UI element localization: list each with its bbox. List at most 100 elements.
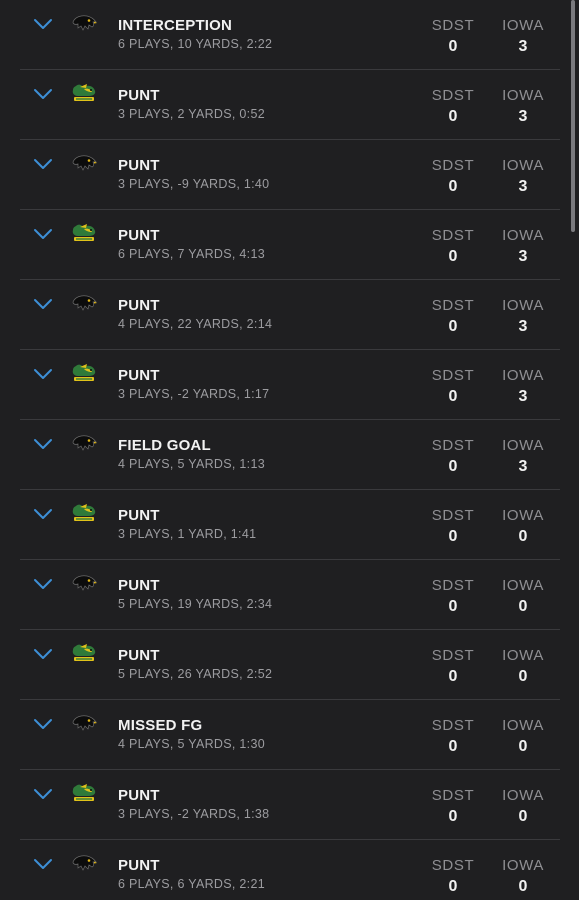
drive-row-6[interactable]: PUNT 3 PLAYS, -2 YARDS, 1:17 SDST 0 IOWA…	[0, 350, 560, 420]
away-team-score: 0	[448, 178, 458, 195]
chevron-down-icon[interactable]	[33, 228, 53, 240]
drive-row-10[interactable]: PUNT 5 PLAYS, 26 YARDS, 2:52 SDST 0 IOWA…	[0, 630, 560, 700]
iowa-hawkeye-logo	[72, 575, 97, 591]
drive-summary: 5 PLAYS, 19 YARDS, 2:34	[118, 597, 273, 611]
sdst-jackrabbits-logo	[72, 784, 96, 801]
home-team-column: IOWA 3	[493, 87, 553, 126]
sdst-jackrabbits-logo	[72, 364, 96, 381]
away-team-abbr: SDST	[431, 647, 475, 664]
drive-row-1[interactable]: INTERCEPTION 6 PLAYS, 10 YARDS, 2:22 SDS…	[0, 0, 560, 70]
drive-result: PUNT	[118, 577, 160, 594]
away-team-column: SDST 0	[423, 857, 483, 896]
drive-row-2[interactable]: PUNT 3 PLAYS, 2 YARDS, 0:52 SDST 0 IOWA …	[0, 70, 560, 140]
home-team-abbr: IOWA	[502, 857, 544, 874]
home-team-abbr: IOWA	[502, 87, 544, 104]
home-team-abbr: IOWA	[502, 157, 544, 174]
chevron-down-icon[interactable]	[33, 508, 53, 520]
iowa-hawkeye-logo	[72, 15, 97, 31]
drive-row-4[interactable]: PUNT 6 PLAYS, 7 YARDS, 4:13 SDST 0 IOWA …	[0, 210, 560, 280]
drive-row-11[interactable]: MISSED FG 4 PLAYS, 5 YARDS, 1:30 SDST 0 …	[0, 700, 560, 770]
iowa-hawkeye-logo	[72, 295, 97, 311]
chevron-down-icon[interactable]	[33, 858, 53, 870]
home-team-score: 3	[518, 248, 528, 265]
sdst-jackrabbits-logo	[72, 644, 96, 661]
away-team-abbr: SDST	[431, 507, 475, 524]
home-team-column: IOWA 3	[493, 297, 553, 336]
home-team-column: IOWA 3	[493, 437, 553, 476]
home-team-score: 3	[518, 318, 528, 335]
away-team-column: SDST 0	[423, 87, 483, 126]
drive-summary: 3 PLAYS, 2 YARDS, 0:52	[118, 107, 265, 121]
home-team-score: 3	[518, 388, 528, 405]
drive-result: PUNT	[118, 367, 160, 384]
away-team-score: 0	[448, 388, 458, 405]
away-team-column: SDST 0	[423, 507, 483, 546]
drive-summary: 3 PLAYS, -2 YARDS, 1:17	[118, 387, 270, 401]
away-team-abbr: SDST	[431, 367, 475, 384]
away-team-abbr: SDST	[431, 17, 475, 34]
away-team-column: SDST 0	[423, 647, 483, 686]
away-team-score: 0	[448, 248, 458, 265]
away-team-score: 0	[448, 598, 458, 615]
chevron-down-icon[interactable]	[33, 158, 53, 170]
home-team-column: IOWA 0	[493, 647, 553, 686]
away-team-column: SDST 0	[423, 367, 483, 406]
drive-summary: 4 PLAYS, 5 YARDS, 1:30	[118, 737, 265, 751]
scrollbar[interactable]	[571, 0, 575, 232]
away-team-score: 0	[448, 668, 458, 685]
chevron-down-icon[interactable]	[33, 648, 53, 660]
away-team-score: 0	[448, 528, 458, 545]
drive-result: PUNT	[118, 857, 160, 874]
away-team-score: 0	[448, 38, 458, 55]
away-team-abbr: SDST	[431, 227, 475, 244]
drive-row-3[interactable]: PUNT 3 PLAYS, -9 YARDS, 1:40 SDST 0 IOWA…	[0, 140, 560, 210]
drive-row-5[interactable]: PUNT 4 PLAYS, 22 YARDS, 2:14 SDST 0 IOWA…	[0, 280, 560, 350]
drive-summary: 4 PLAYS, 22 YARDS, 2:14	[118, 317, 273, 331]
drive-row-12[interactable]: PUNT 3 PLAYS, -2 YARDS, 1:38 SDST 0 IOWA…	[0, 770, 560, 840]
drive-list: INTERCEPTION 6 PLAYS, 10 YARDS, 2:22 SDS…	[0, 0, 579, 900]
away-team-abbr: SDST	[431, 437, 475, 454]
home-team-abbr: IOWA	[502, 297, 544, 314]
drive-summary: 3 PLAYS, -9 YARDS, 1:40	[118, 177, 270, 191]
away-team-score: 0	[448, 108, 458, 125]
iowa-hawkeye-logo	[72, 855, 97, 871]
drive-row-9[interactable]: PUNT 5 PLAYS, 19 YARDS, 2:34 SDST 0 IOWA…	[0, 560, 560, 630]
drive-row-8[interactable]: PUNT 3 PLAYS, 1 YARD, 1:41 SDST 0 IOWA 0	[0, 490, 560, 560]
drive-row-13[interactable]: PUNT 6 PLAYS, 6 YARDS, 2:21 SDST 0 IOWA …	[0, 840, 560, 900]
home-team-abbr: IOWA	[502, 367, 544, 384]
away-team-column: SDST 0	[423, 787, 483, 826]
drive-summary: 3 PLAYS, 1 YARD, 1:41	[118, 527, 257, 541]
chevron-down-icon[interactable]	[33, 578, 53, 590]
away-team-score: 0	[448, 878, 458, 895]
chevron-down-icon[interactable]	[33, 788, 53, 800]
home-team-score: 0	[518, 808, 528, 825]
chevron-down-icon[interactable]	[33, 718, 53, 730]
home-team-column: IOWA 0	[493, 507, 553, 546]
chevron-down-icon[interactable]	[33, 18, 53, 30]
home-team-score: 3	[518, 108, 528, 125]
drive-result: MISSED FG	[118, 717, 203, 734]
home-team-score: 3	[518, 38, 528, 55]
home-team-abbr: IOWA	[502, 717, 544, 734]
drive-summary: 3 PLAYS, -2 YARDS, 1:38	[118, 807, 270, 821]
home-team-column: IOWA 0	[493, 857, 553, 896]
away-team-column: SDST 0	[423, 297, 483, 336]
sdst-jackrabbits-logo	[72, 504, 96, 521]
drive-result: PUNT	[118, 647, 160, 664]
iowa-hawkeye-logo	[72, 155, 97, 171]
drive-row-7[interactable]: FIELD GOAL 4 PLAYS, 5 YARDS, 1:13 SDST 0…	[0, 420, 560, 490]
drive-result: FIELD GOAL	[118, 437, 211, 454]
drive-summary: 5 PLAYS, 26 YARDS, 2:52	[118, 667, 273, 681]
chevron-down-icon[interactable]	[33, 88, 53, 100]
drive-result: PUNT	[118, 157, 160, 174]
away-team-abbr: SDST	[431, 717, 475, 734]
home-team-column: IOWA 3	[493, 17, 553, 56]
home-team-column: IOWA 3	[493, 157, 553, 196]
chevron-down-icon[interactable]	[33, 368, 53, 380]
sdst-jackrabbits-logo	[72, 84, 96, 101]
away-team-abbr: SDST	[431, 157, 475, 174]
chevron-down-icon[interactable]	[33, 298, 53, 310]
chevron-down-icon[interactable]	[33, 438, 53, 450]
away-team-abbr: SDST	[431, 87, 475, 104]
home-team-score: 0	[518, 528, 528, 545]
